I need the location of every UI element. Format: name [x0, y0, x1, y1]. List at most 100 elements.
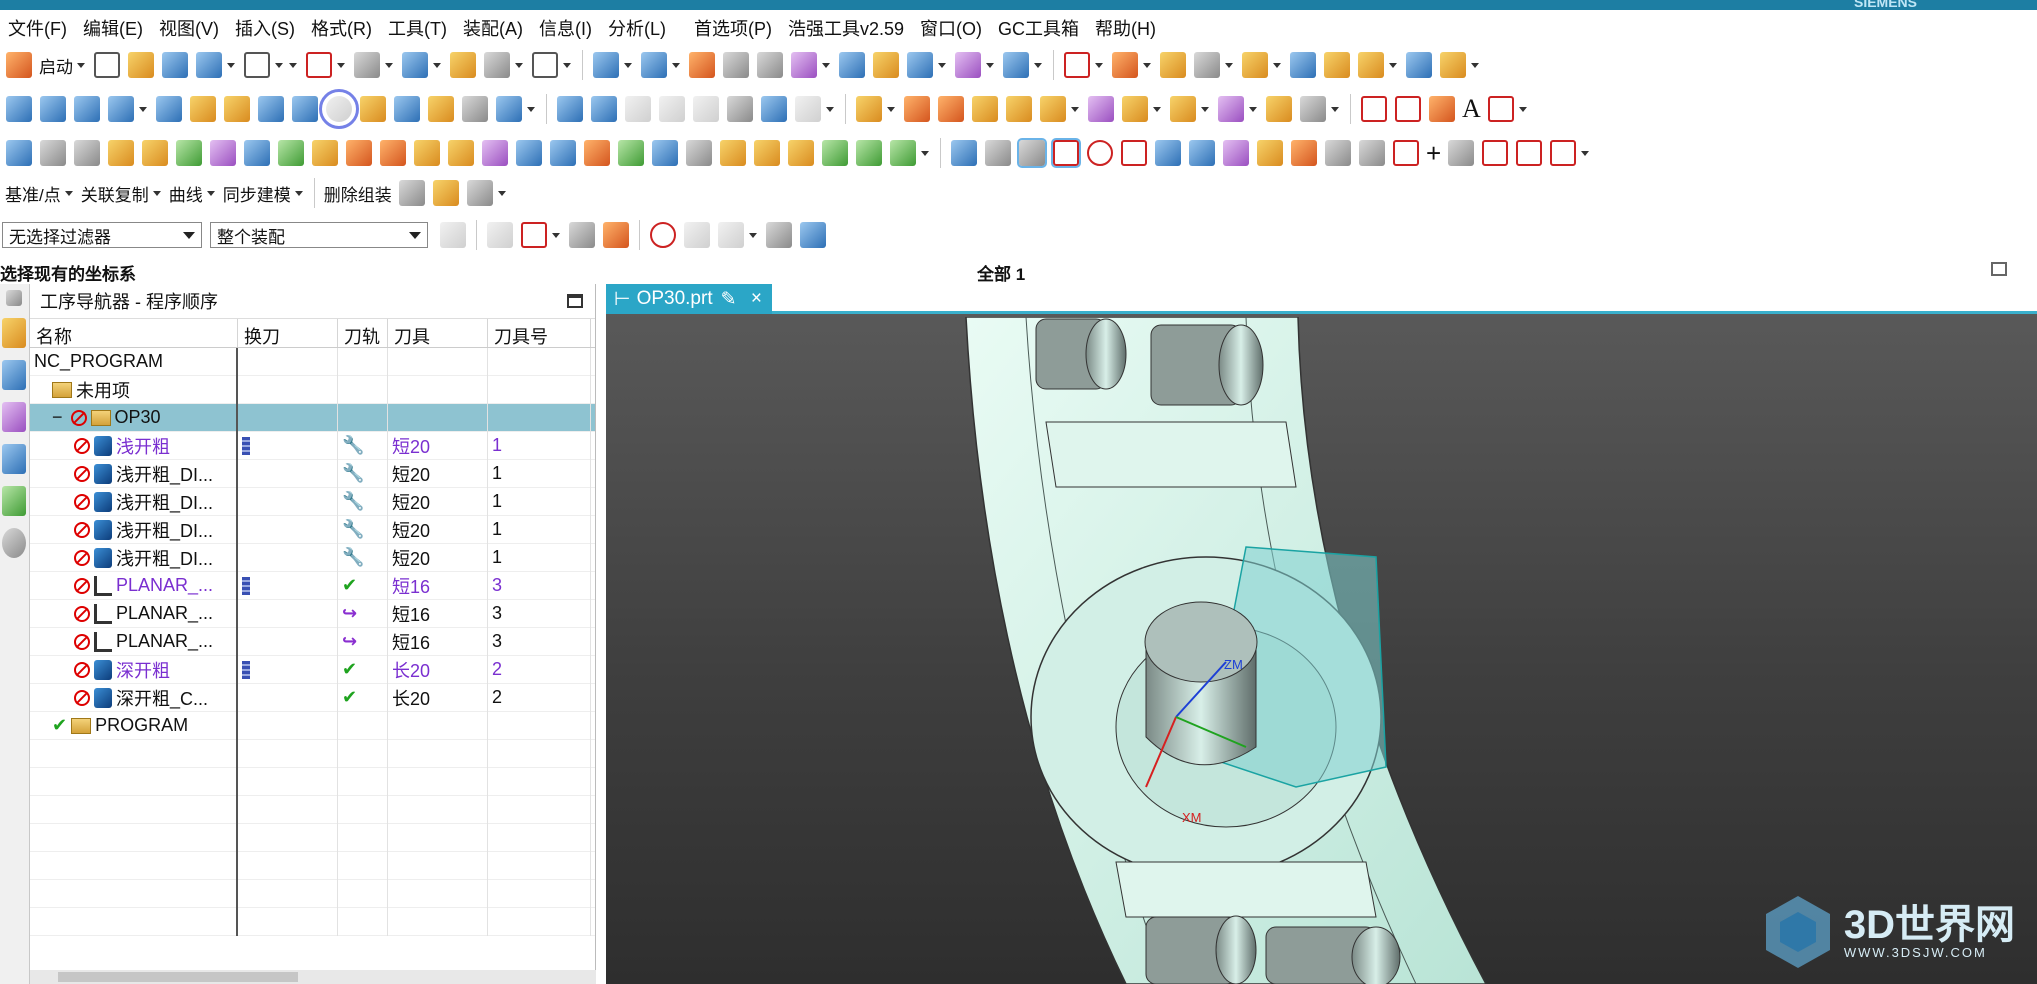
cube-select-icon[interactable]	[684, 222, 710, 248]
table-row[interactable]: 浅开粗_DI... 🔧 短20 1	[30, 459, 595, 488]
table-row[interactable]: 浅开粗 🔧 短20 1	[30, 431, 595, 460]
collapse-icon[interactable]: −	[52, 407, 63, 428]
column-header-4[interactable]: 刀具号	[488, 319, 591, 347]
table-row[interactable]: 浅开粗_DI... 🔧 短20 1	[30, 543, 595, 572]
transfer-icon[interactable]	[652, 140, 678, 166]
select-settings-icon[interactable]	[440, 222, 466, 248]
close-icon[interactable]: ×	[751, 288, 762, 310]
feature-5-icon[interactable]	[1006, 96, 1032, 122]
plus-icon[interactable]: +	[1426, 138, 1441, 169]
selection-filter-select[interactable]: 无选择过滤器	[2, 222, 202, 248]
curve-icon[interactable]	[1064, 52, 1090, 78]
restore-icon[interactable]	[1991, 262, 2007, 276]
center-icon[interactable]	[1087, 140, 1113, 166]
move-component-icon[interactable]	[641, 52, 667, 78]
feature-10-icon[interactable]	[1218, 96, 1244, 122]
feature-12-icon[interactable]	[1300, 96, 1326, 122]
start-icon[interactable]	[6, 52, 32, 78]
table-row[interactable]: 深开粗_C... ✔ 长20 2	[30, 683, 595, 712]
cut-object-icon[interactable]	[591, 96, 617, 122]
tool-icon[interactable]	[108, 140, 134, 166]
table-row[interactable]: − OP30	[30, 403, 595, 432]
menu-item-6[interactable]: 装配(A)	[455, 15, 531, 41]
menu-item-9[interactable]: 首选项(P)	[686, 15, 780, 41]
paste-object-icon[interactable]	[659, 96, 685, 122]
assembly-nav-icon[interactable]	[2, 318, 26, 348]
open-folder-icon[interactable]	[128, 52, 154, 78]
arc-icon[interactable]	[1395, 96, 1421, 122]
line4-icon[interactable]	[1550, 140, 1577, 166]
table-row[interactable]: NC_PROGRAM	[30, 347, 595, 376]
feature-8-icon[interactable]	[1122, 96, 1148, 122]
menu-item-8[interactable]: 分析(L)	[600, 15, 674, 41]
create-operation-icon[interactable]	[292, 96, 318, 122]
feature-4-icon[interactable]	[972, 96, 998, 122]
snap-4-icon[interactable]	[1257, 140, 1283, 166]
program-group-icon[interactable]	[6, 96, 32, 122]
battery2-icon[interactable]	[890, 140, 916, 166]
cylinder-icon[interactable]	[278, 140, 304, 166]
render-style-icon[interactable]	[354, 52, 380, 78]
edit-object-icon[interactable]	[557, 96, 583, 122]
stock-icon[interactable]	[312, 140, 338, 166]
view-orient-icon[interactable]	[766, 222, 792, 248]
blank-icon[interactable]	[244, 140, 270, 166]
text-icon[interactable]: A	[1462, 94, 1481, 124]
tab-op30[interactable]: ⊢ OP30.prt ✎ ×	[606, 284, 772, 314]
view-cube-icon[interactable]	[1406, 52, 1432, 78]
display-object-icon[interactable]	[761, 96, 787, 122]
snap-settings-icon[interactable]	[603, 222, 629, 248]
hex-select-icon[interactable]	[650, 222, 676, 248]
horizontal-scrollbar[interactable]	[30, 970, 596, 984]
menu-item-10[interactable]: 浩强工具v2.59	[780, 15, 912, 41]
verify-toolpath-icon[interactable]	[394, 96, 420, 122]
replay-toolpath-icon[interactable]	[360, 96, 386, 122]
menu-item-11[interactable]: 窗口(O)	[912, 15, 990, 41]
doc-icon[interactable]	[584, 140, 610, 166]
create-tool-icon[interactable]	[190, 96, 216, 122]
select-back-icon[interactable]	[487, 222, 513, 248]
feature-7-icon[interactable]	[1088, 96, 1114, 122]
paste-inside-icon[interactable]	[693, 96, 719, 122]
constraint-nav-icon[interactable]	[2, 360, 26, 390]
method-group-icon[interactable]	[108, 96, 134, 122]
network-icon[interactable]	[791, 52, 817, 78]
box-icon[interactable]	[1358, 52, 1384, 78]
create-program-icon[interactable]	[156, 96, 182, 122]
background-icon[interactable]	[532, 52, 558, 78]
datum-csys-icon[interactable]	[1290, 52, 1316, 78]
menu-item-5[interactable]: 工具(T)	[380, 15, 455, 41]
menu-item-1[interactable]: 编辑(E)	[75, 15, 151, 41]
column-header-2[interactable]: 刀轨	[338, 319, 388, 347]
snap-2-icon[interactable]	[1189, 140, 1215, 166]
group-icon-1[interactable]	[398, 180, 425, 206]
rect-select-icon[interactable]	[718, 222, 744, 248]
web-browser-icon[interactable]	[2, 486, 26, 516]
vector-icon[interactable]	[1393, 140, 1419, 166]
feature-6-icon[interactable]	[1040, 96, 1066, 122]
shop-doc-icon[interactable]	[462, 96, 488, 122]
fixture-icon[interactable]	[414, 140, 440, 166]
kit-icon[interactable]	[720, 140, 746, 166]
battery-icon[interactable]	[822, 140, 848, 166]
operation-nav-icon[interactable]	[2, 444, 26, 474]
drill3-icon[interactable]	[1359, 140, 1385, 166]
plane-icon[interactable]	[1242, 52, 1268, 78]
list-icon[interactable]	[516, 140, 542, 166]
link-icon[interactable]	[1160, 52, 1186, 78]
transform-object-icon[interactable]	[795, 96, 821, 122]
feature-1-icon[interactable]	[856, 96, 882, 122]
panda-icon[interactable]	[686, 140, 712, 166]
menu-item-12[interactable]: GC工具箱	[990, 15, 1087, 41]
new-file-icon[interactable]	[94, 52, 120, 78]
info-icon[interactable]	[907, 52, 933, 78]
axis-icon[interactable]	[74, 140, 100, 166]
machine-icon[interactable]	[618, 140, 644, 166]
check-icon[interactable]	[380, 140, 406, 166]
scrollbar-thumb[interactable]	[58, 972, 298, 982]
create-method-icon[interactable]	[258, 96, 284, 122]
annotation-icon[interactable]	[1487, 96, 1514, 122]
simulate-icon[interactable]	[6, 140, 32, 166]
assembly-scope-select[interactable]: 整个装配	[210, 222, 428, 248]
table-row[interactable]: 深开粗 ✔ 长20 2	[30, 655, 595, 684]
